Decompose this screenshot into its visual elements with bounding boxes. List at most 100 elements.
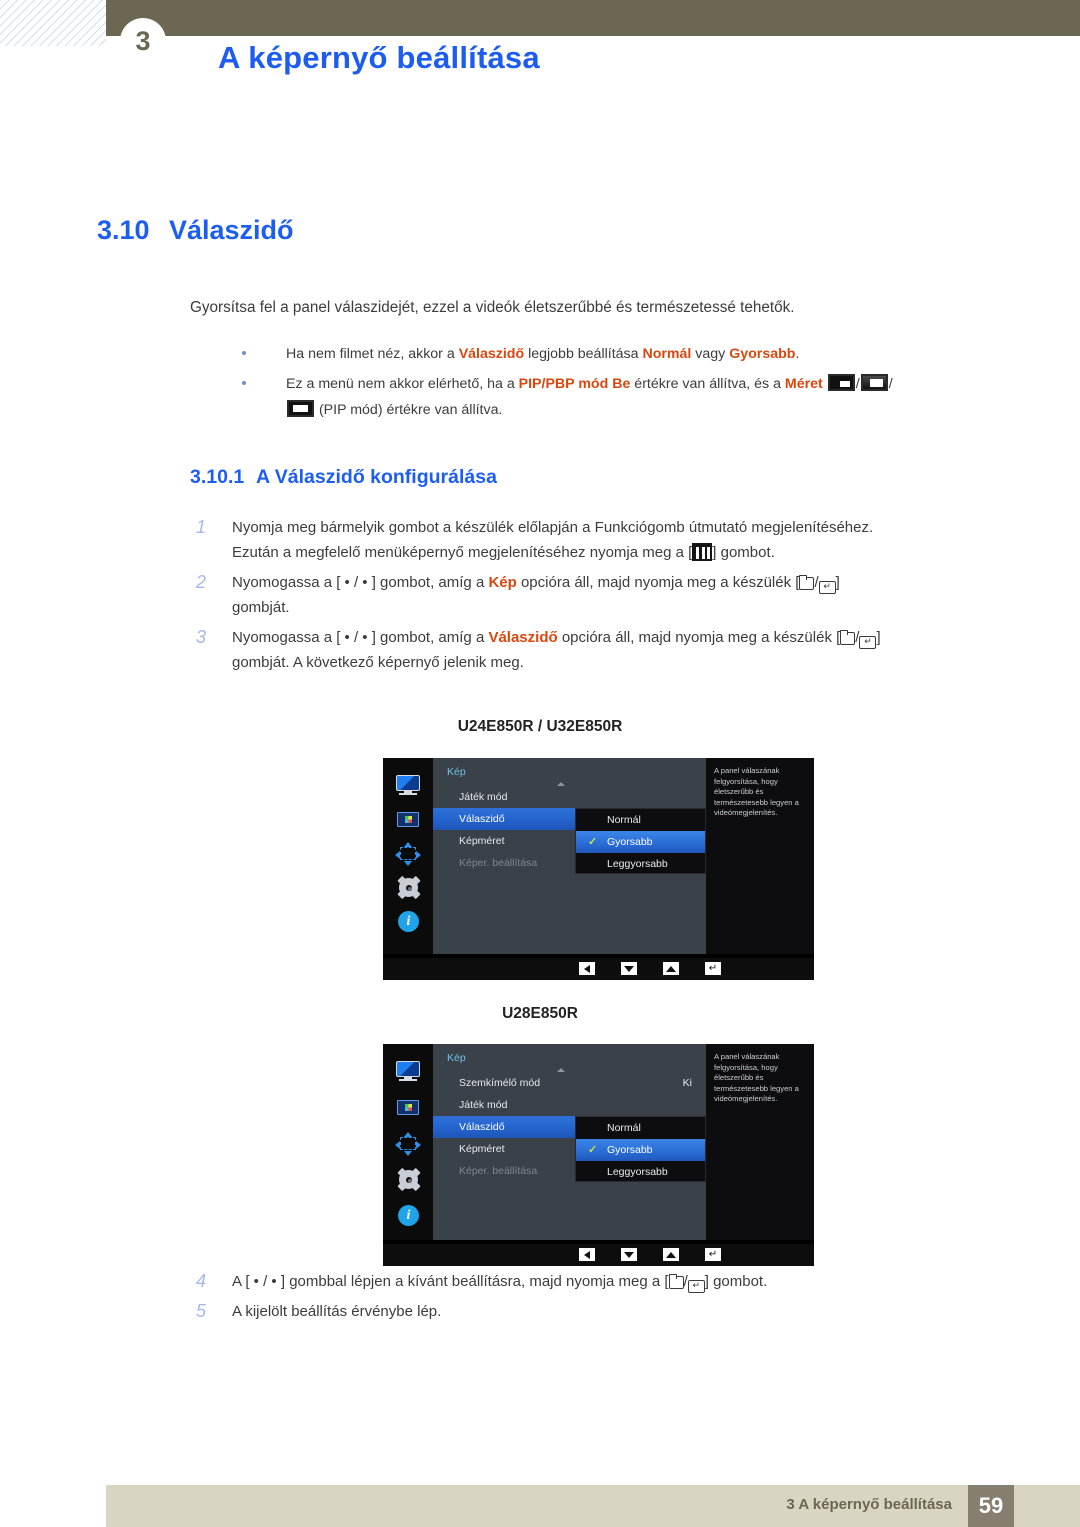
step-text: ] gombot.: [712, 544, 775, 561]
osd-row-label: Képer. beállítása: [459, 857, 538, 869]
enter-button[interactable]: ↵: [705, 1248, 721, 1261]
osd-row-label: Képméret: [459, 835, 505, 847]
osd-row[interactable]: Szemkímélő mód Ki: [433, 1072, 706, 1094]
footer-text: 3 A képernyő beállítása: [786, 1496, 952, 1513]
step-text: opcióra áll, majd nyomja meg a készülék …: [557, 629, 841, 646]
left-arrow-button[interactable]: [579, 1248, 595, 1261]
section-number: 3.10: [97, 215, 150, 245]
osd-row-label: Képméret: [459, 1143, 505, 1155]
pip-size-small-icon: [827, 374, 855, 391]
picture-icon[interactable]: [395, 1097, 421, 1119]
icon-separator: /: [855, 376, 860, 392]
monitor-icon[interactable]: [395, 1061, 421, 1083]
section-intro: Gyorsítsa fel a panel válaszidejét, ezze…: [190, 299, 795, 316]
submenu-item-label: Gyorsabb: [607, 836, 653, 848]
osd-row-label: Szemkímélő mód: [459, 1077, 541, 1089]
step-bold-term: Kép: [488, 574, 517, 591]
section-heading: 3.10 Válaszidő: [97, 215, 294, 246]
submenu-item-label: Normál: [607, 814, 641, 826]
step-text: gombját.: [232, 599, 290, 616]
chapter-number-badge: 3: [120, 18, 166, 64]
bullet-text-part: Ez a menü nem akkor elérhető, ha a: [286, 376, 519, 392]
submenu-item-selected[interactable]: ✓ Gyorsabb: [576, 1139, 705, 1161]
osd-description: A panel válaszának felgyorsítása, hogy é…: [706, 758, 814, 954]
submenu-item-label: Leggyorsabb: [607, 858, 668, 870]
bullet-text-part: (PIP mód) értékre van állítva.: [315, 402, 503, 418]
monitor-icon[interactable]: [395, 775, 421, 797]
subsection-heading: 3.10.1 A Válaszidő konfigurálása: [190, 466, 497, 489]
source-button-icon: [840, 630, 856, 645]
bullet-text-part: .: [795, 346, 800, 362]
step-text: ] gombot.: [704, 1273, 768, 1290]
submenu-item-label: Gyorsabb: [607, 1144, 653, 1156]
submenu-item[interactable]: Leggyorsabb: [576, 1161, 705, 1183]
pip-size-large-icon: [287, 400, 314, 417]
osd-submenu-2: Normál ✓ Gyorsabb Leggyorsabb: [575, 1116, 706, 1182]
step-bold-term: Válaszidő: [488, 629, 558, 646]
step-text: A [ • / • ] gombbal lépjen a kívánt beál…: [232, 1273, 669, 1290]
submenu-item[interactable]: Leggyorsabb: [576, 853, 705, 875]
down-arrow-button[interactable]: [621, 962, 637, 975]
source-button-icon: [668, 1274, 684, 1289]
picture-icon[interactable]: [395, 809, 421, 831]
source-button-icon: [799, 575, 815, 590]
osd-row[interactable]: Játék mód: [433, 786, 706, 808]
osd-button-group: ↵: [579, 962, 721, 975]
pip-icon[interactable]: [395, 842, 421, 866]
list-item: 4 A [ • / • ] gombbal lépjen a kívánt be…: [190, 1269, 1000, 1294]
osd-row-label: Képer. beállítása: [459, 1165, 538, 1177]
osd-submenu-1: Normál ✓ Gyorsabb Leggyorsabb: [575, 808, 706, 874]
header-bar: [106, 0, 1080, 36]
step-text: gombját. A következő képernyő jelenik me…: [232, 654, 524, 671]
step-text: opcióra áll, majd nyomja meg a készülék …: [516, 574, 800, 591]
step-number: 3: [196, 627, 207, 647]
osd-screenshot-1: i Kép Játék mód Válaszidő Képméret Képer…: [383, 758, 814, 980]
pip-icon[interactable]: [395, 1132, 421, 1156]
bullet-text-part: legjobb beállítása: [524, 346, 643, 362]
gear-icon[interactable]: [395, 877, 421, 899]
step-number: 2: [196, 572, 207, 592]
step-number: 5: [196, 1301, 207, 1321]
osd-sidebar: i: [383, 758, 433, 954]
step-text: ]: [835, 574, 840, 591]
menu-button-icon: [692, 543, 713, 561]
gear-icon[interactable]: [395, 1169, 421, 1191]
step-text: Nyomja meg bármelyik gombot a készülék e…: [232, 519, 874, 536]
bullet-bold-term: Válaszidő: [458, 346, 525, 362]
left-arrow-button[interactable]: [579, 962, 595, 975]
up-arrow-button[interactable]: [663, 1248, 679, 1261]
pip-size-medium-icon: [860, 374, 888, 391]
bullet-text-part: vagy: [691, 346, 730, 362]
info-icon[interactable]: i: [395, 911, 421, 933]
info-icon[interactable]: i: [395, 1205, 421, 1227]
submenu-item-selected[interactable]: ✓ Gyorsabb: [576, 831, 705, 853]
bullet-dot-icon: [242, 351, 246, 355]
osd-row-label: Játék mód: [459, 791, 508, 803]
bullet-bold-term: Normál: [642, 346, 692, 362]
steps-list-first: 1 Nyomja meg bármelyik gombot a készülék…: [190, 515, 1000, 680]
submenu-item-label: Leggyorsabb: [607, 1166, 668, 1178]
osd-row[interactable]: Játék mód: [433, 1094, 706, 1116]
list-item: 1 Nyomja meg bármelyik gombot a készülék…: [190, 515, 1000, 565]
check-icon: ✓: [588, 836, 598, 848]
decorative-stripes: [0, 0, 106, 46]
figure-label-2: U28E850R: [502, 1005, 578, 1022]
figure-label-1: U24E850R / U32E850R: [457, 718, 623, 735]
list-item: 5 A kijelölt beállítás érvénybe lép.: [190, 1299, 1000, 1324]
down-arrow-button[interactable]: [621, 1248, 637, 1261]
submenu-item-label: Normál: [607, 1122, 641, 1134]
subsection-title: A Válaszidő konfigurálása: [256, 466, 497, 488]
step-text: Ezután a megfelelő menüképernyő megjelen…: [232, 544, 693, 561]
submenu-item[interactable]: Normál: [576, 1117, 705, 1139]
list-item: Ha nem filmet néz, akkor a Válaszidő leg…: [236, 341, 996, 367]
enter-button[interactable]: ↵: [705, 962, 721, 975]
step-number: 4: [196, 1271, 207, 1291]
up-arrow-button[interactable]: [663, 962, 679, 975]
osd-footer-bar: ↵: [383, 1244, 814, 1266]
check-icon: ✓: [588, 1144, 598, 1156]
step-text: Nyomogassa a [ • / • ] gombot, amíg a: [232, 574, 489, 591]
osd-footer-bar: ↵: [383, 958, 814, 980]
osd-body: i Kép Szemkímélő mód Ki Játék mód Válaszi…: [383, 1044, 814, 1240]
submenu-item[interactable]: Normál: [576, 809, 705, 831]
step-text: Nyomogassa a [ • / • ] gombot, amíg a: [232, 629, 489, 646]
